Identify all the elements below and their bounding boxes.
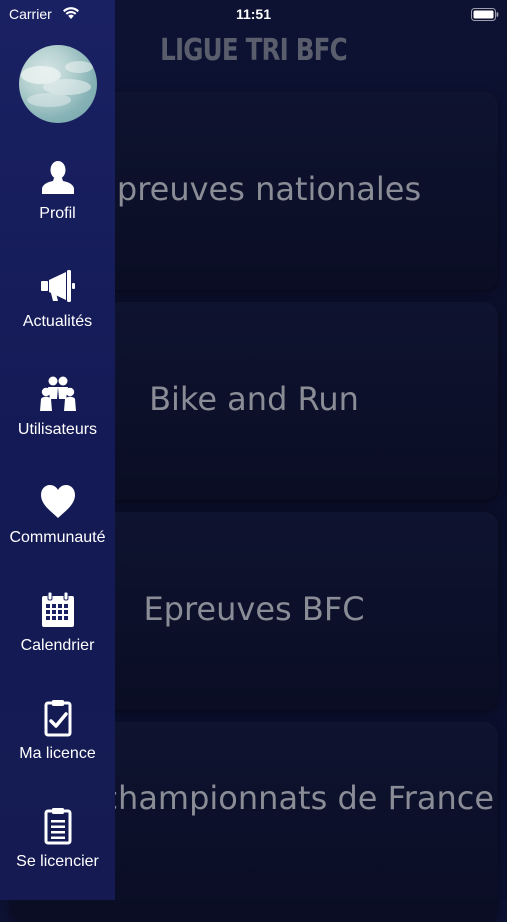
drawer-item-calendrier[interactable]: Calendrier xyxy=(0,591,115,681)
drawer-item-communaute[interactable]: Communauté xyxy=(0,483,115,573)
drawer-item-label: Communauté xyxy=(9,529,106,546)
megaphone-icon xyxy=(39,267,77,305)
drawer-item-se-licencier[interactable]: Se licencier xyxy=(0,807,115,897)
drawer-item-profil[interactable]: Profil xyxy=(0,159,115,249)
drawer-item-ma-licence[interactable]: Ma licence xyxy=(0,699,115,789)
status-bar: Carrier 11:51 xyxy=(0,0,507,28)
clipboard-check-icon xyxy=(39,699,77,737)
drawer-item-label: Ma licence xyxy=(19,745,96,762)
drawer-item-actualites[interactable]: Actualités xyxy=(0,267,115,357)
avatar[interactable] xyxy=(19,45,97,123)
drawer-item-label: Calendrier xyxy=(20,637,95,654)
person-icon xyxy=(39,159,77,197)
drawer-item-label: Utilisateurs xyxy=(17,421,98,438)
drawer-item-label: Se licencier xyxy=(16,853,99,870)
calendar-icon xyxy=(39,591,77,629)
heart-icon xyxy=(39,483,77,521)
side-drawer: Profil Actualités Utilisateurs Communaut… xyxy=(0,0,115,900)
status-time: 11:51 xyxy=(235,6,272,22)
users-icon xyxy=(39,375,77,413)
drawer-item-utilisateurs[interactable]: Utilisateurs xyxy=(0,375,115,465)
clipboard-list-icon xyxy=(39,807,77,845)
drawer-item-label: Profil xyxy=(39,205,76,222)
drawer-item-label: Actualités xyxy=(22,313,93,330)
